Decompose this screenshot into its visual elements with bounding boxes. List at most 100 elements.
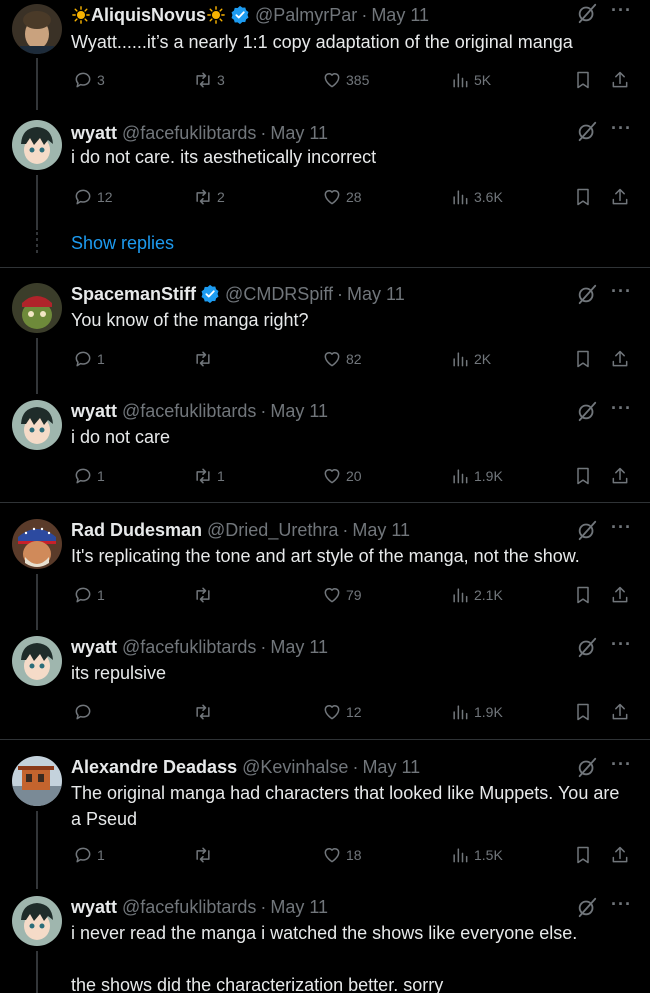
post-date[interactable]: May 11	[371, 5, 429, 26]
views-button[interactable]: 1.9K	[450, 700, 503, 724]
avatar[interactable]	[12, 120, 62, 170]
share-button[interactable]	[610, 843, 630, 867]
share-button[interactable]	[610, 464, 630, 488]
views-button[interactable]: 2.1K	[450, 583, 503, 607]
share-button[interactable]	[610, 700, 630, 724]
like-button[interactable]: 18	[322, 843, 362, 867]
post-date[interactable]: May 11	[270, 637, 328, 658]
more-options-icon[interactable]: ···	[611, 281, 632, 302]
bookmark-button[interactable]	[573, 347, 593, 371]
display-name[interactable]: AliquisNovus	[91, 5, 206, 26]
reply-button[interactable]: 1	[73, 347, 105, 371]
post[interactable]: SpacemanStiff @CMDRSpiff · May 11 ··· Yo…	[0, 281, 650, 394]
grok-icon[interactable]	[576, 2, 598, 24]
handle[interactable]: @facefuklibtards	[122, 401, 256, 422]
bookmark-button[interactable]	[573, 185, 593, 209]
views-button[interactable]: 1.9K	[450, 464, 503, 488]
post-date[interactable]: May 11	[352, 520, 410, 541]
post[interactable]: AliquisNovus @PalmyrPar · May 11 ··· Wya…	[0, 0, 650, 110]
reply-button[interactable]: 12	[73, 185, 113, 209]
display-name[interactable]: Rad Dudesman	[71, 520, 202, 541]
more-options-icon[interactable]: ···	[611, 894, 632, 915]
more-options-icon[interactable]: ···	[611, 517, 632, 538]
post[interactable]: Rad Dudesman @Dried_Urethra · May 11 ···…	[0, 517, 650, 630]
repost-button[interactable]	[193, 843, 217, 867]
grok-icon[interactable]	[576, 756, 598, 778]
handle[interactable]: @facefuklibtards	[122, 637, 256, 658]
post-date[interactable]: May 11	[270, 123, 328, 144]
grok-icon[interactable]	[576, 896, 598, 918]
more-options-icon[interactable]: ···	[611, 0, 632, 21]
reply-button[interactable]: 3	[73, 68, 105, 92]
views-button[interactable]: 2K	[450, 347, 491, 371]
avatar[interactable]	[12, 4, 62, 54]
post-date[interactable]: May 11	[270, 897, 328, 918]
show-replies-link[interactable]: Show replies	[71, 233, 174, 254]
avatar[interactable]	[12, 636, 62, 686]
post-date[interactable]: May 11	[347, 284, 405, 305]
handle[interactable]: @CMDRSpiff	[225, 284, 333, 305]
post[interactable]: wyatt @facefuklibtards · May 11 ··· i do…	[0, 398, 650, 498]
views-button[interactable]: 3.6K	[450, 185, 503, 209]
avatar[interactable]	[12, 400, 62, 450]
post-date[interactable]: May 11	[270, 401, 328, 422]
grok-icon[interactable]	[576, 120, 598, 142]
views-button[interactable]: 1.5K	[450, 843, 503, 867]
handle[interactable]: @Kevinhalse	[242, 757, 348, 778]
repost-button[interactable]	[193, 700, 217, 724]
display-name[interactable]: Alexandre Deadass	[71, 757, 237, 778]
repost-button[interactable]: 1	[193, 464, 225, 488]
display-name[interactable]: wyatt	[71, 897, 117, 918]
like-button[interactable]: 20	[322, 464, 362, 488]
separator-dot: ·	[361, 4, 368, 25]
avatar[interactable]	[12, 756, 62, 806]
more-options-icon[interactable]: ···	[611, 634, 632, 655]
display-name[interactable]: wyatt	[71, 637, 117, 658]
handle[interactable]: @facefuklibtards	[122, 123, 256, 144]
reply-button[interactable]: 1	[73, 464, 105, 488]
grok-icon[interactable]	[576, 519, 598, 541]
display-name[interactable]: wyatt	[71, 123, 117, 144]
handle[interactable]: @facefuklibtards	[122, 897, 256, 918]
share-button[interactable]	[610, 68, 630, 92]
post[interactable]: Alexandre Deadass @Kevinhalse · May 11 ·…	[0, 754, 650, 889]
like-button[interactable]: 82	[322, 347, 362, 371]
handle[interactable]: @Dried_Urethra	[207, 520, 338, 541]
post[interactable]: wyatt @facefuklibtards · May 11 ··· i ne…	[0, 894, 650, 993]
post[interactable]: wyatt @facefuklibtards · May 11 ··· i do…	[0, 118, 650, 230]
share-button[interactable]	[610, 185, 630, 209]
share-button[interactable]	[610, 347, 630, 371]
post-date[interactable]: May 11	[362, 757, 420, 778]
avatar[interactable]	[12, 283, 62, 333]
post[interactable]: wyatt @facefuklibtards · May 11 ··· its …	[0, 634, 650, 734]
repost-button[interactable]	[193, 583, 217, 607]
grok-icon[interactable]	[576, 636, 598, 658]
repost-button[interactable]: 3	[193, 68, 225, 92]
repost-button[interactable]: 2	[193, 185, 225, 209]
bookmark-button[interactable]	[573, 464, 593, 488]
more-options-icon[interactable]: ···	[611, 754, 632, 775]
bookmark-button[interactable]	[573, 700, 593, 724]
avatar[interactable]	[12, 519, 62, 569]
grok-icon[interactable]	[576, 400, 598, 422]
display-name[interactable]: wyatt	[71, 401, 117, 422]
repost-button[interactable]	[193, 347, 217, 371]
views-button[interactable]: 5K	[450, 68, 491, 92]
like-button[interactable]: 385	[322, 68, 369, 92]
handle[interactable]: @PalmyrPar	[255, 5, 357, 26]
more-options-icon[interactable]: ···	[611, 398, 632, 419]
like-button[interactable]: 12	[322, 700, 362, 724]
bookmark-button[interactable]	[573, 843, 593, 867]
like-button[interactable]: 28	[322, 185, 362, 209]
bookmark-button[interactable]	[573, 583, 593, 607]
reply-button[interactable]	[73, 700, 97, 724]
more-options-icon[interactable]: ···	[611, 118, 632, 139]
like-button[interactable]: 79	[322, 583, 362, 607]
avatar[interactable]	[12, 896, 62, 946]
display-name[interactable]: SpacemanStiff	[71, 284, 196, 305]
share-button[interactable]	[610, 583, 630, 607]
grok-icon[interactable]	[576, 283, 598, 305]
bookmark-button[interactable]	[573, 68, 593, 92]
reply-button[interactable]: 1	[73, 843, 105, 867]
reply-button[interactable]: 1	[73, 583, 105, 607]
